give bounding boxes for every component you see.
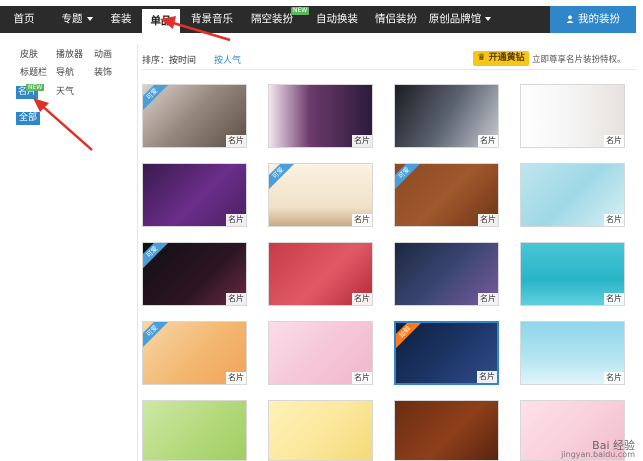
namecard-label: 名片 [226,372,246,384]
sort-by-popularity[interactable]: 按人气 [214,53,241,66]
namecard-label: 名片 [226,214,246,226]
vip-button-label: 开通黄钻 [488,53,525,63]
namecard-item[interactable]: 名片 [394,242,499,306]
namecard-label: 名片 [604,135,624,147]
namecard-item[interactable]: 名片 [268,242,373,306]
namecard-label: 名片 [478,214,498,226]
namecard-item[interactable] [268,400,373,461]
new-badge: NEW [291,7,310,15]
namecard-label: 名片 [604,293,624,305]
top-nav: 首页 专题 套装 单品 背景音乐 隔空装扮 NEW 自动换装 情侣装扮 原创品牌… [0,6,636,33]
sidebar-tag-animation[interactable]: 动画 [92,49,114,62]
nav-couple[interactable]: 情侣装扮 [370,6,422,33]
namecard-item[interactable]: 可爱 名片 [142,242,247,306]
namecard-label: 名片 [477,371,497,383]
sort-label: 排序： [142,56,170,66]
vip-button[interactable]: ♛ 开通黄钻 [473,51,529,66]
divider [137,44,138,461]
new-badge: NEW [26,84,45,91]
namecard-label: 名片 [226,293,246,305]
namecard-label: 名片 [604,372,624,384]
namecard-label: 名片 [352,372,372,384]
chevron-down-icon [86,17,93,21]
namecard-item[interactable]: 名片 [520,242,625,306]
namecard-item[interactable] [394,400,499,461]
namecard-item[interactable]: 名片 [520,84,625,148]
crown-icon: ♛ [477,53,489,63]
namecard-item[interactable]: 名片 [268,84,373,148]
nav-home[interactable]: 首页 [6,6,42,33]
all-button[interactable]: 全部 [16,112,41,125]
namecard-item[interactable]: 名片 [520,163,625,227]
nav-topics[interactable]: 专题 [52,6,102,33]
namecard-preview [143,401,246,460]
namecard-item[interactable]: 可爱 名片 [394,163,499,227]
namecard-preview [395,401,498,460]
namecard-item[interactable]: 名片 [268,321,373,385]
namecard-preview [269,401,372,460]
chevron-down-icon [485,17,492,21]
namecard-item[interactable]: 可爱 名片 [268,163,373,227]
nav-sets[interactable]: 套装 [104,6,138,33]
namecard-item[interactable]: 名片 [520,321,625,385]
sort-bar: 排序： 按时间 按人气 ♛ 开通黄钻 立即尊享名片装扮特权。 [142,48,636,70]
namecard-label: 名片 [478,135,498,147]
namecard-label: 名片 [478,293,498,305]
namecard-label: 名片 [226,135,246,147]
sidebar-tag-weather[interactable]: 天气 [54,86,76,99]
namecard-item[interactable]: 名片 [142,163,247,227]
my-dressup-label: 我的装扮 [578,13,620,25]
nav-bgm[interactable]: 背景音乐 [186,6,238,33]
namecard-item[interactable]: 名片 [394,84,499,148]
watermark-url: jingyan.baidu.com [561,450,635,459]
nav-items-tab[interactable]: 单品 [142,9,180,33]
sidebar-tag-nav[interactable]: 导航 [54,67,76,80]
namecard-item[interactable]: 可爱 名片 [142,84,247,148]
sidebar-tag-titlebar[interactable]: 标题栏 [18,67,49,80]
vip-promo-text: 立即尊享名片装扮特权。 [532,55,626,65]
my-dressup-button[interactable]: 我的装扮 [550,6,636,33]
namecard-item[interactable]: 可爱 名片 [142,321,247,385]
namecard-label: 名片 [352,293,372,305]
sidebar-tag-player[interactable]: 播放器 [54,49,85,62]
namecard-label: 名片 [352,214,372,226]
sidebar-tag-decor[interactable]: 装饰 [92,67,114,80]
namecard-label: 名片 [604,214,624,226]
sort-by-time[interactable]: 按时间 [169,53,196,66]
nav-brand-hall[interactable]: 原创品牌馆 [428,6,492,33]
nav-brand-hall-label: 原创品牌馆 [428,13,482,25]
nav-topics-label: 专题 [61,13,83,25]
namecard-item[interactable] [142,400,247,461]
namecard-label: 名片 [352,135,372,147]
user-icon [566,15,574,23]
nav-auto-change[interactable]: 自动换装 [308,6,366,33]
sidebar-tag-skin[interactable]: 皮肤 [18,49,40,62]
namecard-item-selected[interactable]: 抢鲜 名片 [394,321,499,385]
